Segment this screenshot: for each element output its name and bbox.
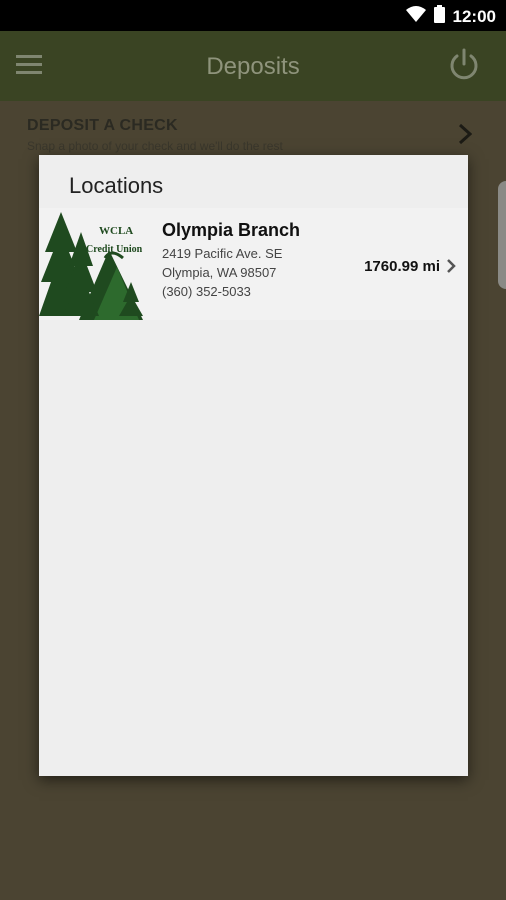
credit-union-logo: WCLA Credit Union [39, 212, 143, 320]
location-distance: 1760.99 mi [364, 258, 440, 275]
dialog-title: Locations [69, 173, 164, 198]
location-phone: (360) 352-5033 [162, 284, 251, 299]
location-name: Olympia Branch [162, 220, 301, 240]
wifi-icon [405, 6, 426, 27]
logo-text-line1: WCLA [99, 225, 133, 237]
battery-icon [433, 5, 445, 28]
power-icon[interactable] [448, 48, 480, 87]
status-bar: 12:00 [0, 0, 506, 31]
locations-dialog: Locations WCLA Credit Union Olympia Bran… [39, 155, 468, 776]
location-address-line2: Olympia, WA 98507 [162, 265, 277, 280]
side-drawer-handle[interactable] [498, 181, 506, 289]
deposit-title: DEPOSIT A CHECK [27, 117, 178, 134]
chevron-right-icon [446, 259, 456, 278]
deposit-subtitle: Snap a photo of your check and we'll do … [27, 139, 283, 153]
page-title: Deposits [206, 53, 300, 80]
status-time: 12:00 [452, 6, 496, 26]
deposit-check-row[interactable]: DEPOSIT A CHECK Snap a photo of your che… [27, 117, 473, 153]
logo-text-line2: Credit Union [86, 244, 143, 255]
chevron-right-icon [458, 123, 473, 150]
location-address-line1: 2419 Pacific Ave. SE [162, 246, 283, 261]
app-bar: Deposits [0, 31, 506, 101]
location-item[interactable]: WCLA Credit Union Olympia Branch 2419 Pa… [39, 208, 468, 320]
